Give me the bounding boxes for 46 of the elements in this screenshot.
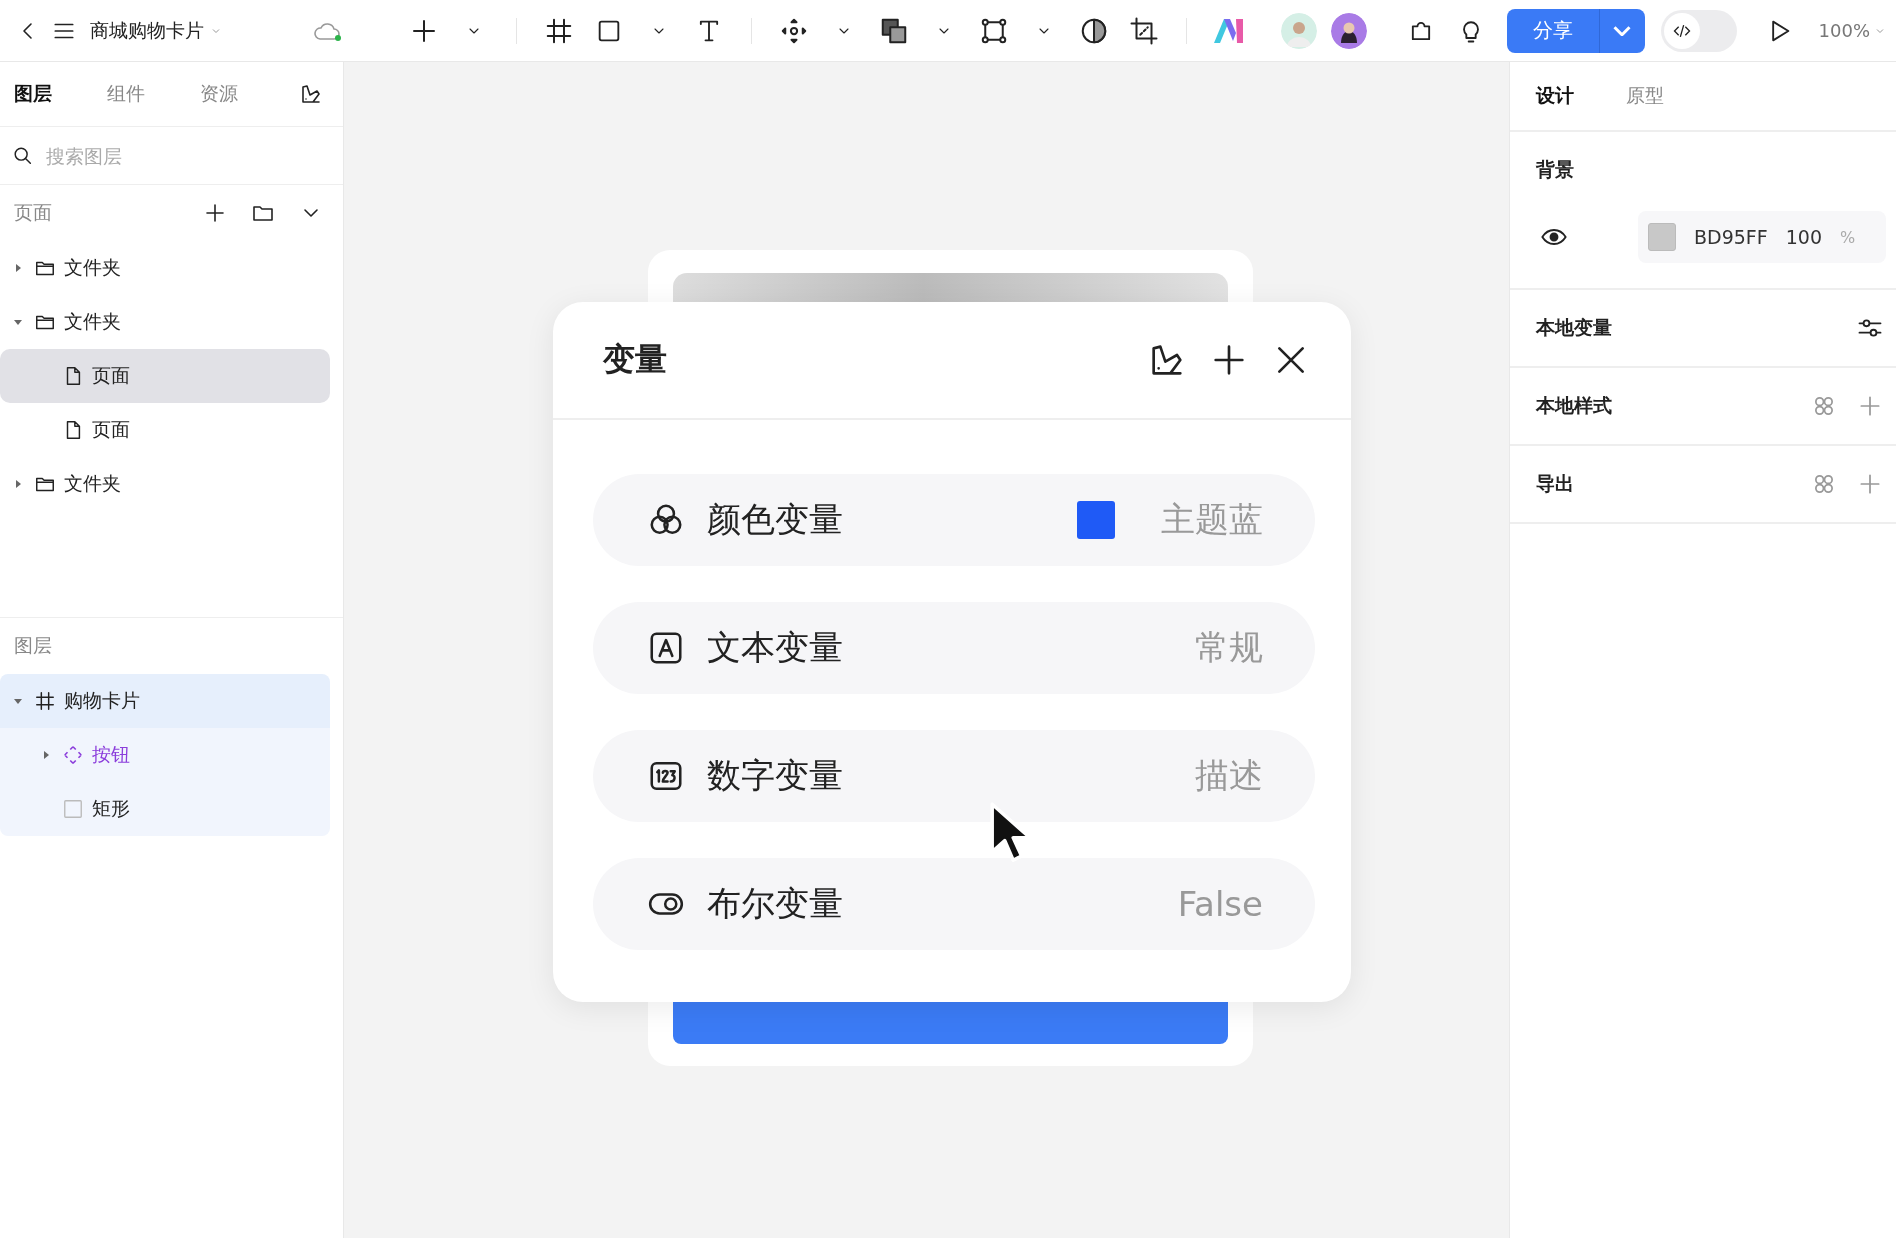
- caret-icon[interactable]: [13, 696, 23, 706]
- variable-value: False: [1177, 884, 1263, 924]
- panel-tab[interactable]: 资源: [200, 81, 293, 107]
- variable-label: 布尔变量: [707, 882, 844, 925]
- variable-item[interactable]: 颜色变量 主题蓝: [593, 474, 1315, 566]
- tree-item[interactable]: 矩形: [0, 782, 330, 836]
- variable-label: 数字变量: [707, 754, 844, 797]
- variable-value: 描述: [1195, 754, 1263, 797]
- section-title: 导出: [1536, 471, 1574, 496]
- caret-icon[interactable]: [41, 750, 51, 760]
- code-toggle[interactable]: [1660, 9, 1737, 52]
- panel-tab[interactable]: 组件: [107, 81, 200, 107]
- file-title[interactable]: 商城购物卡片: [90, 10, 222, 51]
- tree-item[interactable]: 页面: [0, 349, 330, 403]
- search-field[interactable]: 搜索图层: [44, 143, 308, 168]
- tree-item[interactable]: 文件夹: [0, 295, 330, 349]
- zoom-menu[interactable]: 100%: [1818, 20, 1886, 41]
- avatar[interactable]: [1330, 12, 1367, 49]
- dialog-title: 变量: [603, 339, 668, 380]
- panel-tab[interactable]: 设计: [1536, 83, 1574, 109]
- rectangle-icon: [62, 798, 84, 820]
- variable-value: 主题蓝: [1161, 498, 1263, 541]
- panel-tab[interactable]: 图层: [14, 81, 107, 107]
- text-box-icon: [647, 629, 685, 667]
- section-title: 背景: [1536, 157, 1575, 182]
- component-icon: [62, 744, 84, 766]
- section-title: 本地样式: [1536, 393, 1612, 418]
- caret-icon[interactable]: [13, 317, 23, 327]
- caret-icon[interactable]: [13, 479, 23, 489]
- tree-item[interactable]: 文件夹: [0, 241, 330, 295]
- panel-tab[interactable]: 原型: [1626, 83, 1664, 109]
- tree-item[interactable]: 页面: [0, 403, 330, 457]
- variable-label: 颜色变量: [707, 498, 844, 541]
- color-field[interactable]: BD95FF 100 %: [1638, 211, 1886, 263]
- frame-icon: [34, 690, 56, 712]
- variable-item[interactable]: 布尔变量 False: [593, 858, 1315, 950]
- caret-icon: [1613, 25, 1632, 36]
- variable-label: 文本变量: [707, 626, 844, 669]
- section-title: 本地变量: [1536, 315, 1612, 340]
- tree-item[interactable]: 文件夹: [0, 457, 330, 511]
- variable-item[interactable]: 数字变量 描述: [593, 730, 1315, 822]
- variable-item[interactable]: 文本变量 常规: [593, 602, 1315, 694]
- variable-value: 常规: [1195, 626, 1263, 669]
- tree-item[interactable]: 按钮: [0, 728, 330, 782]
- tree-item[interactable]: 购物卡片: [0, 674, 330, 728]
- caret-icon[interactable]: [13, 263, 23, 273]
